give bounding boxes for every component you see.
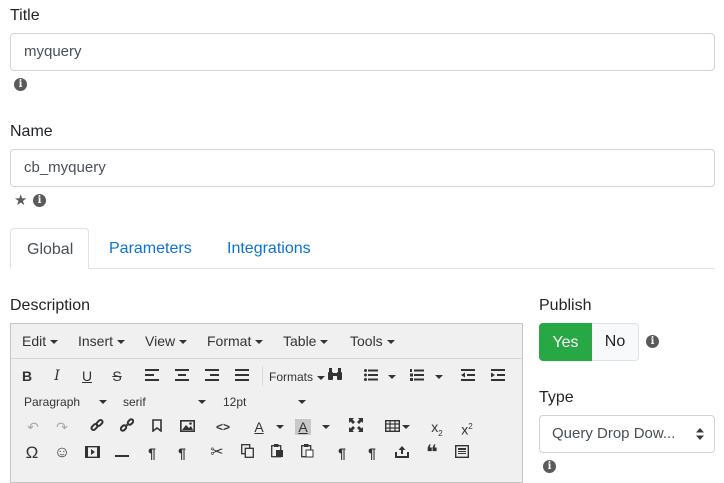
info-icon[interactable]: i (646, 335, 659, 348)
name-input[interactable]: cb_myquery (10, 149, 715, 187)
title-label: Title (10, 7, 40, 24)
font-family-select[interactable]: serif (123, 394, 146, 410)
unlink-icon[interactable] (116, 416, 138, 438)
align-justify-icon[interactable] (231, 365, 253, 387)
name-label: Name (10, 123, 53, 140)
title-input[interactable]: myquery (10, 33, 715, 71)
ltr-icon[interactable]: ¶ (141, 442, 163, 464)
emoticon-icon[interactable]: ☺ (51, 442, 73, 464)
copy-icon[interactable] (236, 442, 258, 464)
info-icon[interactable]: i (33, 194, 46, 207)
cut-icon[interactable]: ✂ (206, 442, 228, 464)
bold-button[interactable]: B (16, 365, 38, 387)
fullscreen-icon[interactable] (345, 416, 367, 438)
italic-button[interactable]: I (46, 365, 68, 387)
menu-format[interactable]: Format (207, 333, 264, 349)
underline-button[interactable]: U (76, 365, 98, 387)
publish-toggle: Yes No (539, 323, 639, 361)
type-select[interactable]: Query Drop Dow... (539, 415, 715, 453)
media-icon[interactable] (81, 442, 103, 464)
indent-icon[interactable] (487, 365, 509, 387)
block-format-select[interactable]: Paragraph (24, 394, 80, 410)
chevron-down-icon[interactable] (388, 375, 396, 379)
text-color-icon[interactable]: A (248, 416, 270, 438)
insert-icon[interactable] (391, 442, 413, 464)
blockquote-icon[interactable]: ❝ (421, 442, 443, 464)
publish-label: Publish (539, 297, 592, 314)
show-blocks-icon[interactable]: ¶ (331, 442, 353, 464)
align-right-icon[interactable] (201, 365, 223, 387)
menu-table[interactable]: Table (283, 333, 329, 349)
select-arrows-icon (696, 428, 704, 440)
source-code-icon[interactable]: <> (212, 416, 234, 438)
font-size-select[interactable]: 12pt (223, 394, 246, 410)
menu-edit[interactable]: Edit (22, 333, 59, 349)
strikethrough-button[interactable]: S (106, 365, 128, 387)
menu-tools[interactable]: Tools (350, 333, 395, 349)
numbered-list-icon[interactable] (406, 365, 428, 387)
chevron-down-icon[interactable] (276, 425, 284, 429)
paste-text-icon[interactable] (296, 442, 318, 464)
chevron-down-icon[interactable] (435, 375, 443, 379)
tab-global[interactable]: Global (10, 228, 89, 269)
publish-yes-button[interactable]: Yes (539, 323, 592, 361)
horizontal-rule-icon[interactable] (111, 442, 133, 464)
menu-view[interactable]: View (145, 333, 188, 349)
menu-insert[interactable]: Insert (78, 333, 126, 349)
chevron-down-icon[interactable] (322, 425, 330, 429)
subscript-icon[interactable]: x2 (426, 416, 448, 438)
star-icon[interactable]: ★ (14, 193, 27, 208)
image-icon[interactable] (176, 416, 198, 438)
chevron-down-icon[interactable] (298, 400, 306, 404)
superscript-icon[interactable]: x2 (456, 416, 478, 438)
description-label: Description (10, 297, 91, 314)
visual-chars-icon[interactable]: ¶ (361, 442, 383, 464)
tab-parameters[interactable]: Parameters (93, 228, 208, 269)
undo-icon[interactable]: ↶ (22, 416, 44, 438)
bookmark-icon[interactable] (146, 416, 168, 438)
bullet-list-icon[interactable] (360, 365, 382, 387)
redo-icon[interactable]: ↷ (51, 416, 73, 438)
chevron-down-icon[interactable] (99, 400, 107, 404)
chevron-down-icon[interactable] (198, 400, 206, 404)
template-icon[interactable] (451, 442, 473, 464)
formats-dropdown[interactable]: Formats (269, 369, 326, 385)
table-icon[interactable] (381, 416, 403, 438)
align-center-icon[interactable] (171, 365, 193, 387)
special-character-icon[interactable]: Ω (21, 442, 43, 464)
info-icon[interactable]: i (543, 460, 556, 473)
type-label: Type (539, 389, 574, 406)
link-icon[interactable] (86, 416, 108, 438)
info-icon[interactable]: i (14, 78, 27, 91)
editor-menubar: Edit Insert View Format Table Tools (11, 324, 522, 359)
rich-text-editor: Edit Insert View Format Table Tools B I … (10, 323, 523, 483)
outdent-icon[interactable] (457, 365, 479, 387)
paste-icon[interactable] (266, 442, 288, 464)
tab-integrations[interactable]: Integrations (211, 228, 327, 269)
chevron-down-icon[interactable] (402, 425, 410, 429)
background-color-icon[interactable]: A (295, 419, 311, 435)
toolbar-separator (262, 366, 263, 386)
type-select-value: Query Drop Dow... (552, 425, 676, 442)
publish-no-button[interactable]: No (592, 323, 639, 361)
rtl-icon[interactable]: ¶ (171, 442, 193, 464)
find-replace-icon[interactable] (324, 365, 346, 387)
align-left-icon[interactable] (141, 365, 163, 387)
